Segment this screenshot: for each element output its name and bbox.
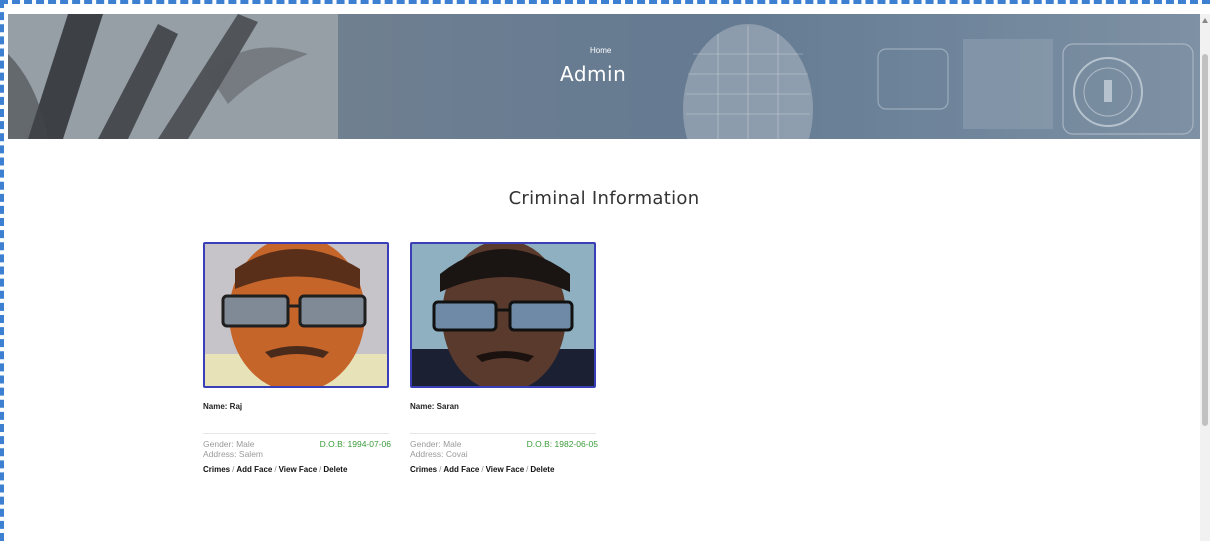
criminal-address: Address: Salem <box>203 449 263 459</box>
criminal-gender: Gender: Male <box>203 439 255 449</box>
separator: / <box>526 465 529 474</box>
scroll-thumb[interactable] <box>1202 54 1208 426</box>
criminal-card: Name: Raj Gender: Male Address: Salem D.… <box>203 242 391 474</box>
criminal-details: Gender: Male Address: Covai D.O.B: 1982-… <box>410 439 598 459</box>
criminal-actions: Crimes / Add Face / View Face / Delete <box>410 465 598 474</box>
add-face-link[interactable]: Add Face <box>236 465 272 474</box>
page: Home Admin Criminal Information Name: Ra… <box>8 14 1200 541</box>
crimes-link[interactable]: Crimes <box>410 465 437 474</box>
separator: / <box>274 465 277 474</box>
criminal-actions: Crimes / Add Face / View Face / Delete <box>203 465 391 474</box>
criminal-dob: D.O.B: 1994-07-06 <box>319 439 391 449</box>
divider <box>410 433 596 434</box>
hero-banner: Home Admin <box>8 14 1200 139</box>
criminal-photo <box>410 242 596 388</box>
separator: / <box>439 465 442 474</box>
criminal-dob: D.O.B: 1982-06-05 <box>526 439 598 449</box>
criminal-details: Gender: Male Address: Salem D.O.B: 1994-… <box>203 439 391 459</box>
vertical-scrollbar[interactable] <box>1200 14 1210 541</box>
criminal-card: Name: Saran Gender: Male Address: Covai … <box>410 242 598 474</box>
delete-link[interactable]: Delete <box>323 465 347 474</box>
separator: / <box>319 465 322 474</box>
add-face-link[interactable]: Add Face <box>443 465 479 474</box>
face-photo-image <box>412 244 594 386</box>
page-title: Admin <box>560 62 627 86</box>
section-title: Criminal Information <box>508 188 700 209</box>
separator: / <box>481 465 484 474</box>
face-photo-image <box>205 244 387 386</box>
view-face-link[interactable]: View Face <box>486 465 525 474</box>
criminal-name: Name: Raj <box>203 402 243 411</box>
criminal-gender: Gender: Male <box>410 439 462 449</box>
criminal-name: Name: Saran <box>410 402 459 411</box>
delete-link[interactable]: Delete <box>530 465 554 474</box>
criminal-address: Address: Covai <box>410 449 468 459</box>
divider <box>203 433 389 434</box>
criminal-photo <box>203 242 389 388</box>
scroll-up-arrow-icon[interactable] <box>1202 18 1208 23</box>
crimes-link[interactable]: Crimes <box>203 465 230 474</box>
separator: / <box>232 465 235 474</box>
view-face-link[interactable]: View Face <box>279 465 318 474</box>
breadcrumb[interactable]: Home <box>590 46 611 55</box>
